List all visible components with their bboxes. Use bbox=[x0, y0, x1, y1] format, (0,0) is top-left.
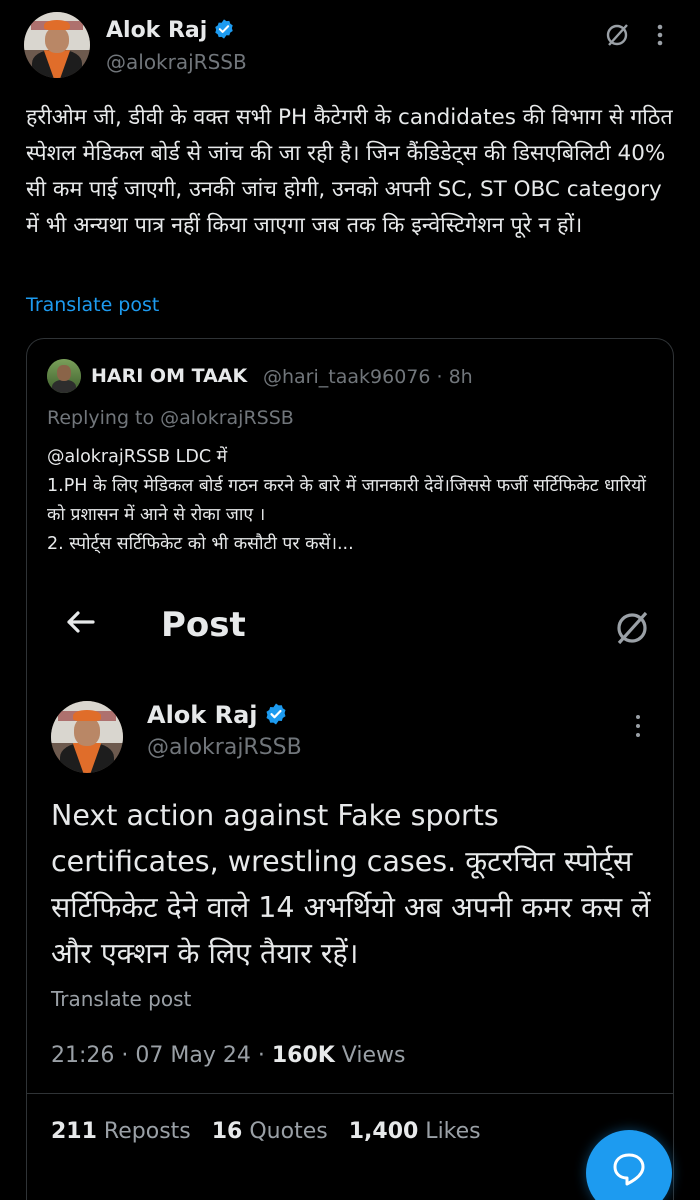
quotes-label[interactable]: Quotes bbox=[242, 1119, 327, 1144]
quote-author-handle-time[interactable]: @hari_taak96076 · 8h bbox=[263, 366, 473, 388]
author-avatar[interactable] bbox=[51, 701, 123, 773]
post-timestamp: 21:26 · 07 May 24 · bbox=[51, 1043, 272, 1068]
embedded-post-screenshot: Post Alok Raj @alokrajRSSB Next action a… bbox=[27, 589, 673, 1200]
more-options-icon[interactable] bbox=[650, 20, 670, 54]
quote-text: @alokrajRSSB LDC में 1.PH के लिए मेडिकल … bbox=[47, 443, 667, 559]
likes-label[interactable]: Likes bbox=[418, 1119, 480, 1144]
grok-icon[interactable] bbox=[604, 22, 630, 52]
post-meta: 21:26 · 07 May 24 · 160K Views bbox=[51, 1043, 405, 1068]
back-arrow-icon[interactable] bbox=[63, 605, 97, 643]
divider bbox=[27, 1093, 673, 1094]
quote-text-line: @alokrajRSSB LDC में bbox=[47, 447, 228, 467]
author-handle[interactable]: @alokrajRSSB bbox=[147, 735, 302, 760]
quoted-post-card[interactable]: HARI OM TAAK @hari_taak96076 · 8h Replyi… bbox=[26, 338, 674, 1200]
author-handle[interactable]: @alokrajRSSB bbox=[106, 50, 247, 74]
verified-badge-icon bbox=[264, 702, 288, 732]
quote-author-avatar[interactable] bbox=[47, 359, 81, 393]
quote-author-name[interactable]: HARI OM TAAK bbox=[91, 365, 247, 387]
quote-text-line: 2. स्पोर्ट्स सर्टिफिकेट को भी कसौटी पर क… bbox=[47, 534, 354, 554]
embedded-post-text: Next action against Fake sports certific… bbox=[51, 799, 651, 970]
author-name-row[interactable]: Alok Raj bbox=[106, 18, 235, 46]
more-options-icon[interactable] bbox=[631, 711, 645, 745]
likes-count[interactable]: 1,400 bbox=[349, 1119, 419, 1144]
author-name[interactable]: Alok Raj bbox=[147, 701, 258, 729]
translate-post-link[interactable]: Translate post bbox=[26, 294, 159, 316]
reposts-count[interactable]: 211 bbox=[51, 1119, 97, 1144]
post-header: Alok Raj @alokrajRSSB bbox=[24, 12, 676, 78]
author-name[interactable]: Alok Raj bbox=[106, 18, 207, 43]
post-text: हरीओम जी, डीवी के वक्त सभी PH कैटेगरी के… bbox=[26, 105, 673, 238]
reposts-label[interactable]: Reposts bbox=[97, 1119, 191, 1144]
chat-bubble-icon bbox=[613, 1153, 645, 1186]
quotes-count[interactable]: 16 bbox=[212, 1119, 243, 1144]
page-title: Post bbox=[161, 605, 246, 645]
translate-post-link[interactable]: Translate post bbox=[51, 987, 191, 1011]
grok-icon[interactable] bbox=[613, 609, 651, 651]
author-name-row[interactable]: Alok Raj bbox=[147, 701, 288, 732]
replying-to: Replying to @alokrajRSSB bbox=[47, 407, 294, 429]
views-count: 160K bbox=[271, 1043, 335, 1068]
views-label: Views bbox=[334, 1043, 406, 1068]
author-avatar[interactable] bbox=[24, 12, 90, 78]
quote-text-line: 1.PH के लिए मेडिकल बोर्ड गठन करने के बार… bbox=[47, 476, 646, 525]
engagement-stats: 211 Reposts 16 Quotes 1,400 Likes bbox=[51, 1119, 481, 1144]
verified-badge-icon bbox=[213, 18, 235, 46]
